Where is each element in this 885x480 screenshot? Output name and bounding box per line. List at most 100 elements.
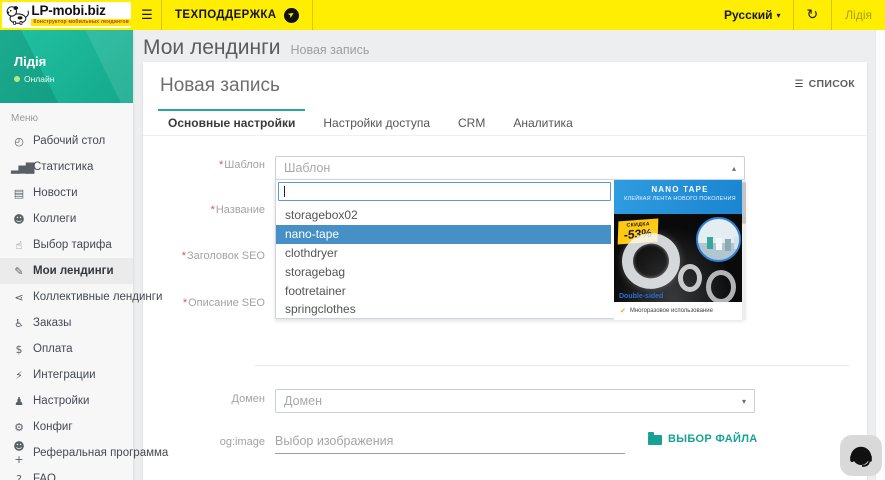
brand-logo-inner: LP-mobi.biz Конструктор мобильных лендин… <box>2 2 131 28</box>
sidebar-item-faq[interactable]: ?FAQ <box>0 466 133 480</box>
breadcrumb: Новая запись <box>290 43 369 57</box>
question-icon: ? <box>11 473 26 480</box>
sidebar-item-tariff[interactable]: ☝Выбор тарифа <box>0 232 133 258</box>
og-image-input[interactable] <box>275 428 625 454</box>
user-icon: ♟ <box>11 395 26 408</box>
check-icon: ✔ <box>620 307 626 315</box>
menu-toggle-button[interactable]: ☰ <box>133 0 161 30</box>
list-button[interactable]: ☰ СПИСОК <box>795 78 855 90</box>
preview-title: NANO TAPE <box>614 185 746 194</box>
section-divider <box>255 365 849 366</box>
preview-inset-photo <box>696 217 741 262</box>
tape-roll-small <box>706 270 736 304</box>
profile-name: Лідія <box>14 54 133 69</box>
sidebar-item-collective-landings[interactable]: ⋖Коллективные лендинги <box>0 284 133 310</box>
preview-caption: Double-sided <box>619 293 663 300</box>
users-icon: ☻ <box>11 213 26 226</box>
newspaper-icon: ▤ <box>11 187 26 200</box>
sidebar-item-statistics[interactable]: ▂▅▇Статистика <box>0 154 133 180</box>
seo-title-field-label: *Заголовок SEO <box>143 250 265 262</box>
bar-chart-icon: ▂▅▇ <box>11 161 26 174</box>
sidebar: Лідія Онлайн Меню ◴Рабочий стол ▂▅▇Стати… <box>0 30 133 480</box>
support-button[interactable]: ТЕХПОДДЕРЖКА ➤ <box>162 0 312 30</box>
template-select[interactable]: Шаблон ▴ <box>275 156 745 180</box>
preview-scrollbar-thumb[interactable] <box>742 182 746 224</box>
template-search-input[interactable] <box>278 182 611 201</box>
dog-logo-icon <box>5 3 29 27</box>
text-cursor <box>284 186 285 197</box>
domain-select[interactable]: Домен ▾ <box>275 389 755 413</box>
tab-analytics[interactable]: Аналитика <box>503 109 582 135</box>
sidebar-item-dashboard[interactable]: ◴Рабочий стол <box>0 128 133 154</box>
preview-header: NANO TAPE КЛЕЙКАЯ ЛЕНТА НОВОГО ПОКОЛЕНИЯ <box>614 180 746 214</box>
support-chat-widget[interactable] <box>840 435 882 476</box>
main-content: Мои лендинги Новая запись Новая запись ☰… <box>133 30 875 480</box>
brand-subtitle: Конструктор мобильных лендингов <box>31 19 131 26</box>
cart-icon: ♿ <box>11 317 26 330</box>
preview-subtitle: КЛЕЙКАЯ ЛЕНТА НОВОГО ПОКОЛЕНИЯ <box>614 196 746 202</box>
tab-bar: Основные настройки Настройки доступа CRM… <box>143 109 867 136</box>
sidebar-item-settings[interactable]: ♟Настройки <box>0 388 133 414</box>
option-storagebox02[interactable]: storagebox02 <box>276 206 611 225</box>
user-plus-icon: ☻+ <box>11 440 26 466</box>
menu-section-label: Меню <box>0 103 133 128</box>
sidebar-item-colleagues[interactable]: ☻Коллеги <box>0 206 133 232</box>
support-label: ТЕХПОДДЕРЖКА <box>175 9 277 21</box>
sidebar-item-integrations[interactable]: ⚡Интеграции <box>0 362 133 388</box>
user-menu[interactable]: Лідія <box>832 0 885 30</box>
page-title: Мои лендинги <box>143 36 280 60</box>
telegram-icon: ➤ <box>284 8 299 23</box>
template-preview-image: NANO TAPE КЛЕЙКАЯ ЛЕНТА НОВОГО ПОКОЛЕНИЯ… <box>614 180 746 320</box>
choose-file-button[interactable]: ВЫБОР ФАЙЛА <box>648 433 758 445</box>
pencil-icon: ✎ <box>11 265 26 278</box>
dollar-icon: $ <box>11 343 26 356</box>
sidebar-item-news[interactable]: ▤Новости <box>0 180 133 206</box>
plug-icon: ⚡ <box>11 369 26 382</box>
option-clothdryer[interactable]: clothdryer <box>276 244 611 263</box>
brand-title: LP-mobi.biz <box>31 4 131 18</box>
sidebar-item-payment[interactable]: $Оплата <box>0 336 133 362</box>
profile-status: Онлайн <box>14 74 133 84</box>
online-status-label: Онлайн <box>24 74 54 84</box>
option-nano-tape[interactable]: nano-tape <box>276 225 611 244</box>
folder-icon <box>648 435 662 445</box>
brand-text: LP-mobi.biz Конструктор мобильных лендин… <box>31 4 131 26</box>
refresh-button[interactable]: ↻ <box>794 0 832 30</box>
gears-icon: ⚙ <box>11 421 26 434</box>
gauge-icon: ◴ <box>11 135 26 148</box>
sidebar-item-orders[interactable]: ♿Заказы <box>0 310 133 336</box>
tab-crm[interactable]: CRM <box>448 109 495 135</box>
chevron-down-icon: ▾ <box>777 11 781 20</box>
language-label: Русский <box>724 8 773 22</box>
sidebar-item-my-landings[interactable]: ✎Мои лендинги <box>0 258 133 284</box>
tab-main-settings[interactable]: Основные настройки <box>158 109 305 135</box>
chevron-down-icon: ▾ <box>742 397 746 406</box>
domain-field-label: Домен <box>143 393 265 405</box>
top-bar: LP-mobi.biz Конструктор мобильных лендин… <box>0 0 885 30</box>
tab-access-settings[interactable]: Настройки доступа <box>313 109 440 135</box>
tape-roll-small <box>678 264 702 292</box>
form-card: Новая запись ☰ СПИСОК Основные настройки… <box>143 62 867 480</box>
option-springclothes[interactable]: springclothes <box>276 300 611 319</box>
brand-logo[interactable]: LP-mobi.biz Конструктор мобильных лендин… <box>0 0 133 30</box>
sidebar-item-config[interactable]: ⚙Конфиг <box>0 414 133 440</box>
profile-panel: Лідія Онлайн <box>0 30 133 103</box>
template-field-label: *Шаблон <box>143 159 265 171</box>
page-scrollbar[interactable] <box>875 30 885 480</box>
option-footretainer[interactable]: footretainer <box>276 281 611 300</box>
preview-scrollbar[interactable] <box>742 180 746 320</box>
chevron-up-icon: ▴ <box>732 164 736 173</box>
template-options-list: storagebox02 nano-tape clothdryer storag… <box>276 206 611 319</box>
language-dropdown[interactable]: Русский ▾ <box>712 0 793 30</box>
headset-icon <box>847 442 875 470</box>
preview-product-area: СКИДКА -53% Double-sided <box>614 214 746 302</box>
share-icon: ⋖ <box>11 291 26 304</box>
option-storagebag[interactable]: storagebag <box>276 262 611 281</box>
online-status-dot <box>14 76 20 82</box>
sidebar-item-referral[interactable]: ☻+Реферальная программа <box>0 440 133 466</box>
hand-pointer-icon: ☝ <box>11 239 26 252</box>
page-header: Мои лендинги Новая запись <box>143 36 369 60</box>
template-dropdown-panel: storagebox02 nano-tape clothdryer storag… <box>275 179 745 319</box>
card-title: Новая запись <box>160 75 280 97</box>
preview-footer: ✔ Многоразовое использование <box>614 302 746 320</box>
